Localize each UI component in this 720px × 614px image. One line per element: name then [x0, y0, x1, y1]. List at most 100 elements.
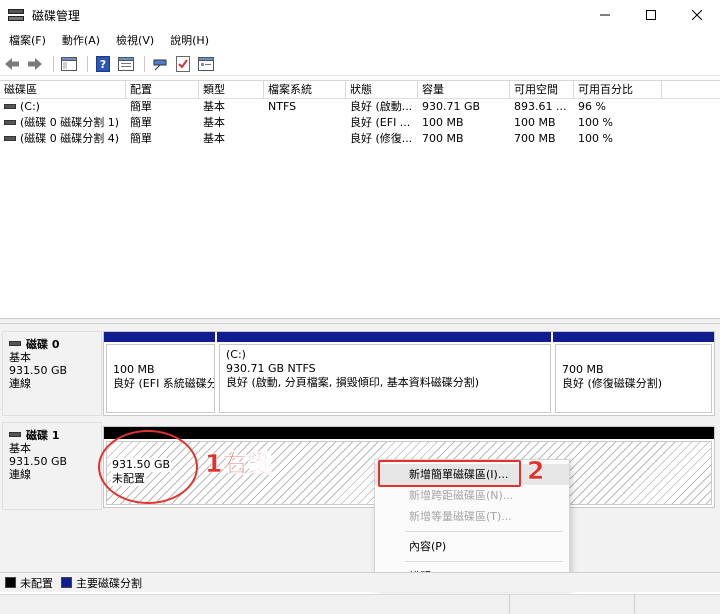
toolbar-separator — [87, 55, 88, 72]
volume-list-header: 磁碟區 配置 類型 檔案系統 狀態 容量 可用空間 可用百分比 — [0, 81, 720, 99]
disk-1-type: 基本 — [9, 442, 31, 455]
console-tree-icon — [61, 56, 77, 71]
table-row[interactable]: (C:) 簡單 基本 NTFS 良好 (啟動... 930.71 GB 893.… — [0, 99, 720, 115]
properties-button[interactable] — [116, 54, 136, 74]
close-icon — [692, 10, 702, 20]
partition-efi[interactable]: 100 MB 良好 (EFI 系統磁碟分割) — [104, 332, 217, 415]
partition-size: 930.71 GB NTFS — [226, 362, 316, 375]
filesystem-cell: NTFS — [268, 100, 297, 113]
column-header-empty — [662, 81, 720, 99]
forward-arrow-icon — [28, 57, 42, 70]
status-bar — [0, 594, 720, 614]
menu-separator — [405, 561, 563, 562]
menu-action[interactable]: 動作(A) — [57, 32, 105, 48]
type-cell: 基本 — [203, 116, 225, 129]
menu-view[interactable]: 檢視(V) — [111, 32, 159, 48]
partition-c[interactable]: (C:) 930.71 GB NTFS 良好 (啟動, 分頁檔案, 損毀傾印, … — [217, 332, 553, 415]
partition-status: 良好 (修復磁碟分割) — [562, 377, 663, 390]
volume-cell: (磁碟 0 磁碟分割 4) — [0, 131, 126, 147]
legend-label-primary: 主要磁碟分割 — [76, 576, 142, 590]
layout-cell: 簡單 — [130, 116, 152, 129]
layout-cell: 簡單 — [130, 132, 152, 145]
capacity-cell: 100 MB — [422, 116, 464, 129]
partition-status: 良好 (啟動, 分頁檔案, 損毀傾印, 基本資料磁碟分割) — [226, 376, 480, 389]
legend: 未配置 主要磁碟分割 — [0, 572, 720, 592]
unallocated-header — [104, 427, 714, 439]
status-cell-2 — [510, 595, 635, 614]
disk-graphical-view: 磁碟 0 基本 931.50 GB 連線 100 MB 良好 (EFI 系統磁碟… — [0, 324, 720, 572]
free-space-cell: 893.61 ... — [514, 100, 567, 113]
menu-item-new-striped-volume[interactable]: 新增等量磁碟區(T)... — [375, 506, 569, 527]
volume-icon — [4, 119, 16, 125]
disk-0-bar: 100 MB 良好 (EFI 系統磁碟分割) (C:) 930.71 GB NT… — [103, 331, 715, 416]
annotation-step-1: 1右鍵 — [205, 449, 273, 479]
disk-0-size: 931.50 GB — [9, 364, 68, 377]
column-header-status[interactable]: 狀態 — [346, 81, 418, 99]
volume-list: 磁碟區 配置 類型 檔案系統 狀態 容量 可用空間 可用百分比 (C:) 簡單 … — [0, 80, 720, 318]
status-cell-main — [0, 595, 510, 614]
disk-icon — [9, 341, 21, 346]
partition-body: 100 MB 良好 (EFI 系統磁碟分割) — [106, 344, 215, 413]
console-tree-button[interactable] — [59, 54, 79, 74]
help-button[interactable]: ? — [93, 54, 113, 74]
annotation-ellipse — [98, 430, 198, 504]
filesystem-cell — [264, 131, 346, 147]
partition-recovery[interactable]: 700 MB 良好 (修復磁碟分割) — [553, 332, 714, 415]
partition-size: 700 MB — [562, 363, 604, 376]
annotation-highlight-box — [378, 460, 521, 487]
column-header-percent-free[interactable]: 可用百分比 — [574, 81, 662, 99]
disk-0-label[interactable]: 磁碟 0 基本 931.50 GB 連線 — [2, 331, 102, 416]
disk-1-label[interactable]: 磁碟 1 基本 931.50 GB 連線 — [2, 422, 102, 510]
partition-line1 — [113, 349, 208, 363]
capacity-cell: 700 MB — [422, 132, 464, 145]
percent-free-cell: 96 % — [578, 100, 606, 113]
legend-swatch-unallocated — [5, 577, 16, 588]
title-bar: 磁碟管理 — [0, 0, 720, 30]
check-button[interactable] — [173, 54, 193, 74]
disk-1-size: 931.50 GB — [9, 455, 68, 468]
close-button[interactable] — [674, 0, 720, 30]
menu-item-properties[interactable]: 內容(P) — [375, 536, 569, 557]
list-button[interactable] — [196, 54, 216, 74]
check-icon — [176, 55, 190, 72]
column-header-filesystem[interactable]: 檔案系統 — [264, 81, 346, 99]
partition-size: 100 MB — [113, 363, 155, 376]
toolbar-separator — [53, 55, 54, 72]
menu-help[interactable]: 說明(H) — [165, 32, 214, 48]
capacity-cell: 930.71 GB — [422, 100, 481, 113]
partition-header — [553, 332, 714, 342]
layout-cell: 簡單 — [130, 100, 152, 113]
disk-1-status: 連線 — [9, 468, 31, 481]
column-header-volume[interactable]: 磁碟區 — [0, 81, 126, 99]
maximize-button[interactable] — [628, 0, 674, 30]
partition-body: (C:) 930.71 GB NTFS 良好 (啟動, 分頁檔案, 損毀傾印, … — [219, 344, 551, 413]
column-header-type[interactable]: 類型 — [199, 81, 264, 99]
volume-icon — [4, 135, 16, 141]
volume-cell: (磁碟 0 磁碟分割 1) — [0, 115, 126, 131]
minimize-icon — [600, 14, 610, 16]
table-row[interactable]: (磁碟 0 磁碟分割 4) 簡單 基本 良好 (修復... 700 MB 700… — [0, 131, 720, 147]
window-title: 磁碟管理 — [32, 8, 81, 23]
menu-item-new-spanned-volume[interactable]: 新增跨距磁碟區(N)... — [375, 485, 569, 506]
column-header-free-space[interactable]: 可用空間 — [510, 81, 574, 99]
back-arrow-icon — [5, 57, 19, 70]
disk-management-app-icon — [8, 7, 24, 23]
table-row[interactable]: (磁碟 0 磁碟分割 1) 簡單 基本 良好 (EFI ... 100 MB 1… — [0, 115, 720, 131]
disk-0-status: 連線 — [9, 377, 31, 390]
connect-icon — [153, 59, 167, 70]
toolbar-separator — [144, 55, 145, 72]
column-header-layout[interactable]: 配置 — [126, 81, 199, 99]
help-icon: ? — [96, 55, 110, 72]
partition-line1: (C:) — [226, 348, 246, 361]
back-button[interactable] — [2, 54, 22, 74]
menu-separator — [405, 531, 563, 532]
connect-button[interactable] — [150, 54, 170, 74]
forward-button[interactable] — [25, 54, 45, 74]
free-space-cell: 100 MB — [514, 116, 556, 129]
partition-header — [217, 332, 553, 342]
minimize-button[interactable] — [582, 0, 628, 30]
menu-file[interactable]: 檔案(F) — [4, 32, 51, 48]
partition-line1 — [562, 349, 705, 363]
svg-text:?: ? — [100, 58, 106, 71]
column-header-capacity[interactable]: 容量 — [418, 81, 510, 99]
